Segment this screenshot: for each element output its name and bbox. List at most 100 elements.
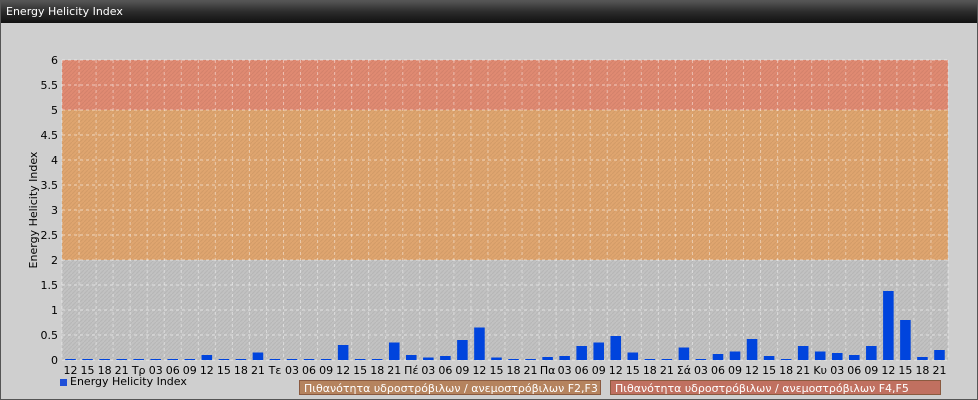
y-tick-label: 3 bbox=[51, 204, 58, 217]
x-tick-label: 03 bbox=[558, 364, 572, 377]
y-tick-label: 1 bbox=[51, 304, 58, 317]
bar bbox=[354, 359, 366, 360]
bar bbox=[65, 359, 76, 360]
y-tick-label: 0 bbox=[51, 354, 58, 367]
bar bbox=[406, 355, 417, 360]
x-tick-label: 09 bbox=[592, 364, 606, 377]
x-tick-label: 18 bbox=[507, 364, 521, 377]
y-tick-label: 6 bbox=[51, 54, 58, 67]
x-tick-label: 21 bbox=[387, 364, 401, 377]
bar bbox=[831, 353, 843, 360]
bar bbox=[797, 346, 809, 360]
bar bbox=[917, 357, 928, 360]
bar bbox=[934, 350, 945, 360]
legend-main-label: Energy Helicity Index bbox=[70, 375, 187, 388]
x-tick-label: 15 bbox=[762, 364, 776, 377]
bar bbox=[133, 359, 144, 360]
x-tick-label: 03 bbox=[421, 364, 435, 377]
legend-f4f5-label: Πιθανότητα υδροστρόβιλων / ανεμοστρόβιλω… bbox=[615, 382, 909, 395]
y-axis-label: Energy Helicity Index bbox=[27, 151, 40, 268]
x-tick-label: 06 bbox=[302, 364, 316, 377]
legend-swatch bbox=[60, 378, 67, 386]
x-tick-label: 15 bbox=[353, 364, 367, 377]
bar bbox=[320, 359, 332, 360]
x-tick-label: 18 bbox=[643, 364, 657, 377]
bar bbox=[457, 340, 468, 360]
bar bbox=[780, 359, 792, 360]
bar bbox=[746, 339, 758, 360]
x-tick-label: 21 bbox=[660, 364, 674, 377]
bar bbox=[678, 347, 690, 360]
y-tick-label: 4.5 bbox=[41, 129, 59, 142]
bar bbox=[252, 352, 264, 360]
y-tick-label: 3.5 bbox=[41, 179, 59, 192]
x-tick-label: 12 bbox=[472, 364, 486, 377]
bar bbox=[184, 359, 196, 360]
bar bbox=[729, 351, 741, 360]
x-tick-label: 15 bbox=[217, 364, 231, 377]
bar bbox=[644, 359, 656, 360]
x-tick-label: 06 bbox=[711, 364, 725, 377]
bar bbox=[423, 357, 434, 360]
bar bbox=[610, 336, 622, 360]
y-tick-label: 1.5 bbox=[41, 279, 59, 292]
bar bbox=[303, 359, 315, 360]
x-tick-label: 09 bbox=[319, 364, 333, 377]
legend-f2f3-label: Πιθανότητα υδροστρόβιλων / ανεμοστρόβιλω… bbox=[304, 382, 598, 395]
bar bbox=[269, 359, 281, 360]
x-tick-label: 06 bbox=[847, 364, 861, 377]
x-tick-label: 21 bbox=[796, 364, 810, 377]
bar bbox=[388, 342, 400, 360]
y-tick-label: 5.5 bbox=[41, 79, 59, 92]
x-tick-label: 18 bbox=[370, 364, 384, 377]
bar bbox=[695, 359, 707, 360]
bar bbox=[474, 327, 485, 360]
legend-f4f5: Πιθανότητα υδροστρόβιλων / ανεμοστρόβιλω… bbox=[610, 380, 941, 395]
bar bbox=[712, 354, 724, 360]
x-tick-label: Πα bbox=[540, 364, 556, 377]
x-tick-label: Σά bbox=[677, 364, 691, 377]
x-tick-label: 03 bbox=[830, 364, 844, 377]
bar bbox=[814, 351, 826, 360]
bar bbox=[440, 356, 451, 360]
bar bbox=[82, 359, 93, 360]
x-tick-label: Τε bbox=[268, 364, 282, 377]
y-tick-label: 4 bbox=[51, 154, 58, 167]
bar bbox=[849, 355, 860, 360]
y-tick-label: 0.5 bbox=[41, 329, 59, 342]
x-tick-label: 21 bbox=[932, 364, 946, 377]
bar bbox=[508, 359, 519, 360]
x-tick-label: 12 bbox=[881, 364, 895, 377]
x-tick-label: 09 bbox=[455, 364, 469, 377]
bar bbox=[201, 355, 213, 360]
x-tick-label: 09 bbox=[864, 364, 878, 377]
x-tick-label: 12 bbox=[336, 364, 350, 377]
bar bbox=[661, 359, 673, 360]
bar bbox=[576, 346, 587, 360]
bar bbox=[525, 359, 536, 360]
bar bbox=[150, 359, 161, 360]
legend-main: Energy Helicity Index bbox=[60, 375, 187, 388]
x-tick-label: 03 bbox=[285, 364, 299, 377]
bar bbox=[235, 359, 247, 360]
bar bbox=[900, 320, 911, 360]
bar bbox=[286, 359, 298, 360]
x-tick-label: Πέ bbox=[404, 364, 418, 377]
x-tick-label: 15 bbox=[489, 364, 503, 377]
ehi-chart: 00.511.522.533.544.555.56 12 15 18 21 Τρ 03 06… bbox=[27, 54, 949, 377]
bar bbox=[763, 356, 775, 360]
y-tick-label: 2.5 bbox=[41, 229, 59, 242]
x-tick-label: 12 bbox=[609, 364, 623, 377]
bar bbox=[337, 345, 349, 360]
x-tick-label: 18 bbox=[915, 364, 929, 377]
bar bbox=[559, 356, 570, 360]
legend-f2f3: Πιθανότητα υδροστρόβιλων / ανεμοστρόβιλω… bbox=[299, 380, 601, 395]
y-tick-label: 2 bbox=[51, 254, 58, 267]
x-tick-label: 15 bbox=[626, 364, 640, 377]
bar bbox=[491, 357, 502, 360]
x-tick-label: 21 bbox=[251, 364, 265, 377]
bar bbox=[371, 359, 383, 360]
x-tick-label: 09 bbox=[728, 364, 742, 377]
x-tick-label: 18 bbox=[234, 364, 248, 377]
bar bbox=[593, 342, 604, 360]
